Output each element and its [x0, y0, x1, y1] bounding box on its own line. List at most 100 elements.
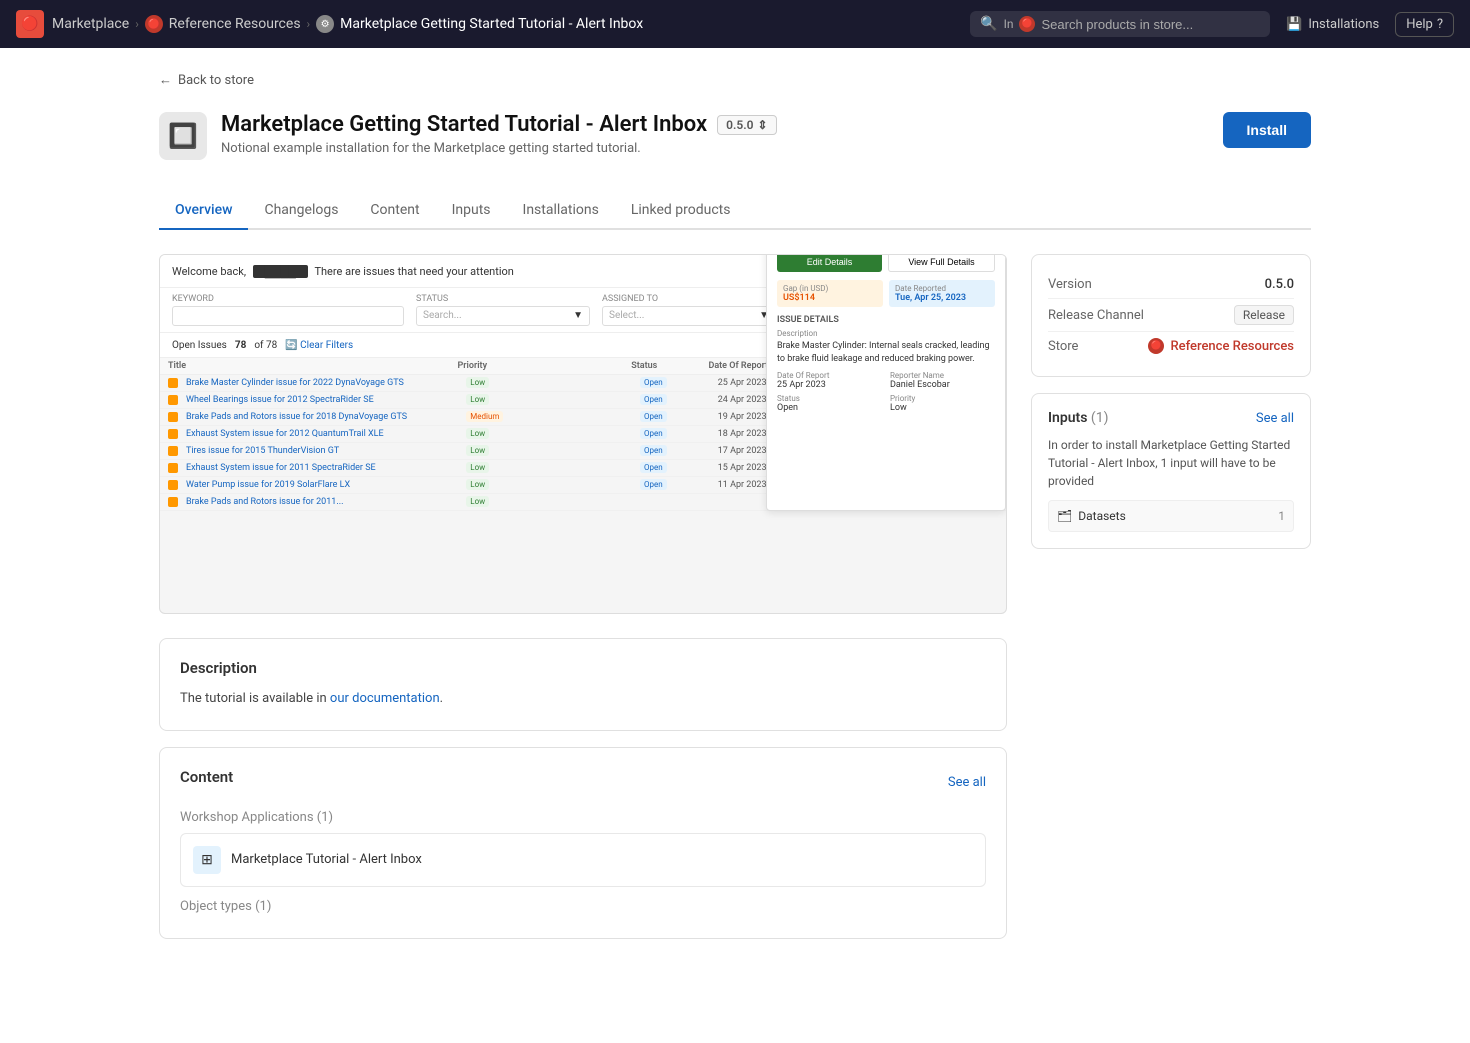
version-badge[interactable]: 0.5.0 ⇕	[717, 115, 776, 135]
app-screenshot-preview: Welcome back, ████ There are issues that…	[159, 254, 1007, 614]
dataset-row: 🗂 Datasets 1	[1048, 500, 1294, 532]
product-subtitle: Notional example installation for the Ma…	[221, 141, 777, 156]
search-in-label: In	[1004, 17, 1014, 31]
inputs-see-all[interactable]: See all	[1256, 411, 1294, 426]
store-value-area: 🔴 Reference Resources	[1148, 338, 1294, 354]
help-button[interactable]: Help ?	[1395, 12, 1454, 37]
nav-right: 💾 Installations Help ?	[1278, 12, 1454, 37]
content-section-header: Content See all	[180, 768, 986, 798]
open-issues-count: 78	[235, 340, 246, 351]
installations-icon: 💾	[1286, 17, 1302, 32]
edit-details-button[interactable]: Edit Details	[777, 254, 882, 272]
release-channel-label: Release Channel	[1048, 308, 1144, 323]
tab-content[interactable]: Content	[354, 192, 435, 230]
tab-changelogs[interactable]: Changelogs	[248, 192, 354, 230]
open-issues-of: of 78	[254, 340, 277, 351]
gap-value: US$114	[783, 293, 877, 303]
product-header: 🔲 Marketplace Getting Started Tutorial -…	[159, 112, 1311, 160]
content-main: Welcome back, ████ There are issues that…	[159, 254, 1007, 955]
description-label: Description	[777, 329, 995, 338]
reporter-name-value: Daniel Escobar	[890, 380, 995, 390]
breadcrumb-reference[interactable]: Reference Resources	[169, 16, 301, 32]
version-label: Version	[1048, 277, 1092, 292]
priority-detail-value: Low	[890, 403, 995, 413]
installations-label: Installations	[1308, 17, 1379, 32]
app-logo[interactable]: 🔴	[16, 10, 44, 38]
content-layout: Welcome back, ████ There are issues that…	[159, 254, 1311, 955]
store-row: Store 🔴 Reference Resources	[1048, 332, 1294, 360]
dataset-icon: 🗂	[1057, 509, 1072, 523]
breadcrumb-current: Marketplace Getting Started Tutorial - A…	[340, 16, 643, 32]
store-name: Reference Resources	[1170, 339, 1294, 354]
workshop-app-item[interactable]: ⊞ Marketplace Tutorial - Alert Inbox	[180, 833, 986, 887]
view-full-details-button[interactable]: View Full Details	[888, 254, 995, 272]
priority-detail-label: Priority	[890, 394, 995, 403]
back-to-store-label: Back to store	[178, 73, 254, 88]
version-chevron-icon: ⇕	[758, 118, 768, 132]
back-to-store-link[interactable]: ← Back to store	[159, 72, 1311, 88]
description-text: The tutorial is available in our documen…	[180, 689, 986, 710]
top-navigation: 🔴 Marketplace › 🔴 Reference Resources › …	[0, 0, 1470, 48]
breadcrumb-sep-2: ›	[307, 17, 311, 31]
description-text: Brake Master Cylinder: Internal seals cr…	[777, 340, 995, 365]
assigned-label: ASSIGNED TO	[602, 294, 776, 304]
product-tabs: Overview Changelogs Content Inputs Insta…	[159, 192, 1311, 230]
inputs-card: Inputs (1) See all In order to install M…	[1031, 393, 1311, 549]
workshop-app-icon: ⊞	[193, 846, 221, 874]
reporter-name-label: Reporter Name	[890, 371, 995, 380]
version-card: Version 0.5.0 Release Channel Release St…	[1031, 254, 1311, 377]
breadcrumb: Marketplace › 🔴 Reference Resources › ⚙ …	[52, 15, 962, 33]
main-content: ← Back to store 🔲 Marketplace Getting St…	[135, 48, 1335, 979]
release-channel-value: Release	[1234, 305, 1294, 325]
tab-installations[interactable]: Installations	[507, 192, 615, 230]
detail-panel: Brake Master Cylinder issue for 2022 Dyn…	[766, 254, 1006, 511]
workshop-apps-title: Workshop Applications (1)	[180, 810, 986, 825]
tab-inputs[interactable]: Inputs	[436, 192, 507, 230]
tab-linked-products[interactable]: Linked products	[615, 192, 747, 230]
tab-overview[interactable]: Overview	[159, 192, 248, 230]
back-arrow-icon: ←	[159, 72, 172, 88]
date-reported-value: Tue, Apr 25, 2023	[895, 293, 989, 303]
search-store-icon: 🔴	[1019, 16, 1035, 32]
product-header-left: 🔲 Marketplace Getting Started Tutorial -…	[159, 112, 777, 160]
product-icon: 🔲	[159, 112, 207, 160]
store-label: Store	[1048, 339, 1078, 354]
preview-welcome: Welcome back, ████ There are issues that…	[172, 265, 514, 278]
store-icon-1: 🔴	[145, 15, 163, 33]
search-area[interactable]: 🔍 In 🔴	[970, 11, 1270, 37]
search-input[interactable]	[1041, 17, 1260, 32]
store-row-icon: 🔴	[1148, 338, 1164, 354]
date-reported-label: Date Reported	[895, 284, 989, 293]
store-icon-2: ⚙	[316, 15, 334, 33]
status-detail-label: Status	[777, 394, 882, 403]
version-value: 0.5.0	[726, 118, 753, 132]
status-label: STATUS	[416, 294, 590, 304]
search-icon: 🔍	[980, 16, 997, 32]
clear-filters-button[interactable]: 🔄 Clear Filters	[285, 340, 353, 351]
status-detail-value: Open	[777, 403, 882, 413]
content-sidebar: Version 0.5.0 Release Channel Release St…	[1031, 254, 1311, 955]
workshop-app-name: Marketplace Tutorial - Alert Inbox	[231, 852, 422, 867]
keyword-label: KEYWORD	[172, 294, 404, 304]
product-title-area: Marketplace Getting Started Tutorial - A…	[221, 112, 777, 156]
open-issues-label: Open Issues	[172, 340, 227, 351]
date-of-report-value: 25 Apr 2023	[777, 380, 882, 390]
dataset-label: 🗂 Datasets	[1057, 509, 1126, 523]
product-title: Marketplace Getting Started Tutorial - A…	[221, 112, 777, 137]
inputs-title: Inputs (1)	[1048, 410, 1108, 426]
breadcrumb-marketplace[interactable]: Marketplace	[52, 16, 129, 32]
content-section: Content See all Workshop Applications (1…	[159, 747, 1007, 939]
content-title: Content	[180, 768, 233, 786]
inputs-header: Inputs (1) See all	[1048, 410, 1294, 426]
documentation-link[interactable]: our documentation	[330, 691, 440, 706]
version-row: Version 0.5.0	[1048, 271, 1294, 299]
content-see-all[interactable]: See all	[948, 775, 986, 790]
help-icon: ?	[1437, 17, 1443, 32]
breadcrumb-sep-1: ›	[135, 17, 139, 31]
date-of-report-label: Date Of Report	[777, 371, 882, 380]
install-button[interactable]: Install	[1223, 112, 1311, 148]
installations-button[interactable]: 💾 Installations	[1278, 13, 1387, 36]
keyword-input[interactable]	[172, 306, 404, 326]
gap-label: Gap (in USD)	[783, 284, 877, 293]
description-title: Description	[180, 659, 986, 677]
